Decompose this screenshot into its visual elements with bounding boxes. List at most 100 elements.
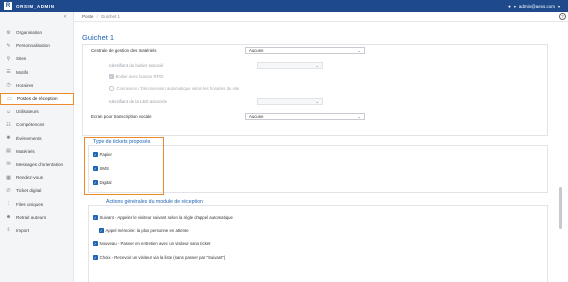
sidebar-item[interactable]: ✎ Personnalisation xyxy=(0,39,74,52)
sidebar-item-label: Horaires xyxy=(16,82,34,88)
sidebar-item-label: Motifs xyxy=(16,69,29,75)
chevron-down-icon: ▾ xyxy=(513,3,516,9)
action-option-label: Nouveau - Passer en entretien avec un vi… xyxy=(99,241,211,246)
message-icon: ✉ xyxy=(6,161,11,168)
sidebar-item-label: Import xyxy=(16,227,30,233)
sidebar-item[interactable]: ⇩ Import xyxy=(0,224,74,237)
chevron-down-icon: ⌄ xyxy=(315,63,319,68)
checkbox-icon: ✓ xyxy=(93,241,98,246)
sidebar-item[interactable]: ☻ Retrait auteurs xyxy=(0,211,74,224)
calendar-icon: ▦ xyxy=(6,174,11,181)
screen-select-value: Aucune xyxy=(249,114,264,119)
sidebar-item[interactable]: ☷ Compétences xyxy=(0,118,74,131)
queue-icon: ⫶ xyxy=(7,201,10,208)
action-option-label: Suivant - Appeler le visiteur suivant se… xyxy=(99,215,233,220)
sidebar-item-label: Sites xyxy=(16,56,27,62)
rfid-checkbox[interactable]: ✓ Boitier avec bouton RFID xyxy=(109,74,164,79)
brush-icon: ✎ xyxy=(6,42,11,49)
checkbox-icon: ✓ xyxy=(93,215,98,220)
highlight-frame xyxy=(84,137,164,195)
sidebar-item-label: Organisation xyxy=(16,30,43,36)
sidebar-item-label: Utilisateurs xyxy=(16,109,39,115)
action-option[interactable]: ✓ Nouveau - Passer en entretien avec un … xyxy=(93,241,210,246)
led-select[interactable]: ⌄ xyxy=(257,98,323,105)
sidebar-item-label: Rendez-vous xyxy=(16,175,44,181)
chevron-down-icon: ⌄ xyxy=(357,114,361,119)
user-icon: ☺ xyxy=(5,108,12,115)
sidebar-item-label: Messages d'orientation xyxy=(16,161,64,167)
user-email[interactable]: admin@aexs.com xyxy=(519,4,555,9)
screen-label: Ecran pour transcription vocale xyxy=(91,114,152,119)
sidebar-item[interactable]: ✆ Ticket digital xyxy=(0,184,74,197)
action-option-label: Appel mémoire: la plus personne en atten… xyxy=(105,228,189,233)
checkbox-icon: ✓ xyxy=(99,228,104,233)
breadcrumb-current: Guichet 1 xyxy=(100,14,121,19)
sidebar-item[interactable]: ⫶ Files uniques xyxy=(0,197,74,210)
sidebar-item[interactable]: ⚙ Organisation xyxy=(0,26,74,39)
checkbox-icon: ✓ xyxy=(109,74,114,79)
auto-connect-radio[interactable]: Connexion / Déconnexion automatique selo… xyxy=(109,86,239,91)
sidebar-item[interactable]: ▦ Rendez-vous xyxy=(0,171,74,184)
led-label: Identifiant de la LED associée xyxy=(109,99,168,104)
auto-connect-label: Connexion / Déconnexion automatique selo… xyxy=(116,86,240,91)
sidebar-item[interactable]: ▭ Postes de réception xyxy=(0,92,74,105)
checkbox-icon: ✓ xyxy=(93,255,98,260)
clock-icon: ◷ xyxy=(6,82,11,89)
device-id-label: Identifiant du boitier associé xyxy=(109,63,164,68)
action-option[interactable]: ✓ Appel mémoire: la plus personne en att… xyxy=(99,228,189,233)
breadcrumb-separator: / xyxy=(96,14,98,19)
sidebar-item[interactable]: ⚲ Sites xyxy=(0,52,74,65)
breadcrumb-root[interactable]: Poste xyxy=(82,14,94,19)
chevron-down-icon: ⌄ xyxy=(357,48,361,53)
action-option[interactable]: ✓ Suivant - Appeler le visiteur suivant … xyxy=(93,215,233,220)
material-settings-card: Centrale de gestion des matériels Aucune… xyxy=(82,44,548,136)
user-menu[interactable]: ● ▾ admin@aexs.com ▾ xyxy=(508,0,560,12)
chevron-down-icon: ⌄ xyxy=(315,99,319,104)
users-icon: ☻ xyxy=(5,214,12,221)
device-icon: ▤ xyxy=(6,148,11,155)
phone-icon: ✆ xyxy=(6,187,11,194)
action-option-label: Choix - Recevoir un visiteur via la list… xyxy=(99,255,226,260)
scrollbar[interactable] xyxy=(558,23,564,281)
brand-name: ORSIM_ADMIN xyxy=(16,3,55,9)
sidebar-item-label: Postes de réception xyxy=(17,96,58,102)
actions-legend: Actions générales du module de réception xyxy=(104,199,205,205)
top-bar: R ORSIM_ADMIN ● ▾ admin@aexs.com ▾ xyxy=(0,0,568,12)
action-option[interactable]: ✓ Choix - Recevoir un visiteur via la li… xyxy=(93,255,225,260)
list-icon: ☰ xyxy=(6,69,11,76)
info-icon[interactable]: ● xyxy=(508,4,511,9)
center-label: Centrale de gestion des matériels xyxy=(91,48,157,53)
sidebar-item-label: Files uniques xyxy=(16,201,44,207)
chevron-left-icon[interactable]: ‹ xyxy=(64,14,66,20)
sidebar-item[interactable]: ▤ Matériels xyxy=(0,145,74,158)
screen-select[interactable]: Aucune ⌄ xyxy=(245,113,365,120)
desk-icon: ▭ xyxy=(7,95,12,102)
chevron-down-icon: ▾ xyxy=(557,3,560,9)
device-id-select[interactable]: ⌄ xyxy=(257,62,323,69)
scrollbar-thumb[interactable] xyxy=(558,187,562,229)
center-select[interactable]: Aucune ⌄ xyxy=(245,47,365,54)
sidebar-item[interactable]: ☺ Utilisateurs xyxy=(0,105,74,118)
breadcrumb: Poste / Guichet 1 ? xyxy=(74,12,568,22)
location-pin-icon: ⚲ xyxy=(6,55,11,62)
sidebar-item-label: Retrait auteurs xyxy=(16,214,47,220)
import-icon: ⇩ xyxy=(6,227,11,234)
sidebar-item[interactable]: ◷ Horaires xyxy=(0,79,74,92)
sidebar-nav: ⚙ Organisation ✎ Personnalisation ⚲ Sites ☰ Mot… xyxy=(0,26,74,237)
sidebar: ‹ ⚙ Organisation ✎ Personnalisation ⚲ Sites ☰ M… xyxy=(0,12,74,282)
gear-icon: ⚙ xyxy=(6,29,11,36)
sidebar-item-label: Ticket digital xyxy=(16,188,42,194)
app-logo: R xyxy=(4,2,12,10)
event-icon: ✺ xyxy=(6,135,11,142)
sidebar-item-label: Matériels xyxy=(16,148,35,154)
help-icon[interactable]: ? xyxy=(559,13,566,20)
sidebar-item[interactable]: ✉ Messages d'orientation xyxy=(0,158,74,171)
sidebar-item-label: Personnalisation xyxy=(16,43,50,49)
sidebar-item-label: Événements xyxy=(16,135,42,141)
sidebar-item[interactable]: ☰ Motifs xyxy=(0,66,74,79)
sidebar-item[interactable]: ✺ Événements xyxy=(0,132,74,145)
page-title: Guichet 1 xyxy=(82,33,115,42)
center-select-value: Aucune xyxy=(249,48,264,53)
rfid-label: Boitier avec bouton RFID xyxy=(115,74,164,79)
actions-card: ✓ Suivant - Appeler le visiteur suivant … xyxy=(88,205,548,282)
